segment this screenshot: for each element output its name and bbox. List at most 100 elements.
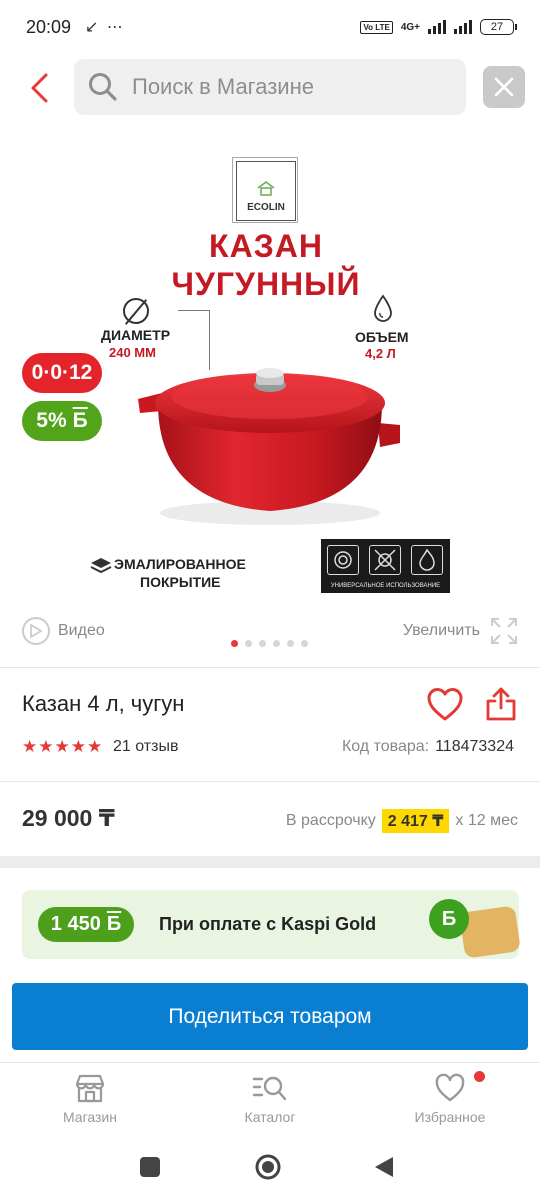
carousel-dot[interactable] (231, 640, 238, 647)
image-title-line1: КАЗАН (209, 228, 323, 264)
kaspi-gold-text: При оплате с Kaspi Gold (159, 914, 377, 934)
notification-dot (474, 1071, 485, 1082)
usage-panel: УНИВЕРСАЛЬНОЕ ИСПОЛЬЗОВАНИЕ (321, 539, 450, 593)
star-icon: ★ (38, 737, 54, 756)
rating-stars: ★ ★ ★ ★ ★ (22, 737, 102, 757)
carousel-dot[interactable] (301, 640, 308, 647)
cauldron-illustration (138, 368, 400, 525)
installment-info: В рассрочку 2 417 ₸ х 12 мес (286, 809, 518, 833)
star-icon: ★ (54, 737, 70, 756)
coating-line1: ЭМАЛИРОВАННОЕ (114, 556, 246, 572)
tab-store[interactable]: Магазин (30, 1073, 150, 1125)
zoom-button[interactable]: Увеличить (403, 617, 518, 645)
image-title-line2: ЧУГУННЫЙ (171, 266, 361, 302)
bottom-tab-bar: Магазин Каталог Избранное (0, 1062, 540, 1142)
flame-icon (411, 545, 443, 575)
tab-catalog-label: Каталог (244, 1109, 296, 1125)
network-type: 4G+ (400, 21, 420, 33)
diameter-value: 240 ММ (109, 345, 156, 360)
bonus-currency: Б (106, 913, 122, 935)
divider (0, 667, 540, 668)
bonus-amount: 1 450 (50, 913, 101, 935)
tab-store-label: Магазин (62, 1109, 117, 1125)
battery-level: 27 (490, 21, 504, 33)
search-placeholder: Поиск в Магазине (132, 74, 314, 99)
play-icon (22, 617, 50, 645)
sku-label: Код товара: (341, 738, 430, 755)
store-icon (75, 1074, 105, 1103)
product-name: Казан 4 л, чугун (22, 691, 185, 716)
bonus-coin-icon: Б (429, 899, 469, 939)
chevron-left-icon (31, 73, 48, 103)
tab-favorites-label: Избранное (414, 1109, 486, 1125)
signal-icon (428, 20, 446, 34)
volte-badge: Vo LTE (360, 20, 393, 34)
back-triangle-icon[interactable] (373, 1155, 395, 1179)
section-gap (0, 856, 540, 868)
divider (0, 781, 540, 782)
sku: Код товара: 118473324 (342, 738, 514, 756)
diameter-icon (123, 298, 149, 324)
video-button[interactable]: Видео (22, 617, 105, 645)
status-bar: 20:09 ↙ ⋯ Vo LTE 4G+ 27 (0, 0, 540, 54)
heart-icon (435, 1073, 465, 1102)
carousel-dot[interactable] (287, 640, 294, 647)
kaspi-gold-banner[interactable]: 1 450 Б При оплате с Kaspi Gold Б (22, 890, 521, 959)
carousel-dots (231, 640, 308, 647)
product-image[interactable]: ECOLIN КАЗАН ЧУГУННЫЙ ДИАМЕТР 240 ММ ОБЪ… (0, 128, 540, 608)
close-button[interactable] (483, 66, 525, 108)
carousel-dot[interactable] (273, 640, 280, 647)
favorite-heart-icon[interactable] (426, 686, 464, 722)
bonus-amount-badge: 1 450 Б (38, 907, 134, 942)
installment-badge: 0·0·12 (22, 353, 102, 393)
carousel-dot[interactable] (245, 640, 252, 647)
star-icon: ★ (87, 737, 103, 756)
search-input[interactable]: Поиск в Магазине (74, 59, 466, 115)
brand-name: ECOLIN (247, 202, 285, 213)
catalog-search-icon (252, 1076, 287, 1101)
volume-value: 4,2 Л (365, 346, 396, 361)
product-price: 29 000 ₸ (22, 805, 115, 831)
battery-icon: 27 (480, 19, 517, 35)
system-nav-bar (0, 1142, 540, 1200)
coating-text: ЭМАЛИРОВАННОЕ ПОКРЫТИЕ (114, 555, 246, 591)
status-right: Vo LTE 4G+ 27 (360, 19, 517, 35)
diameter-label: ДИАМЕТР (101, 327, 171, 343)
usage-text: УНИВЕРСАЛЬНОЕ ИСПОЛЬЗОВАНИЕ (330, 583, 441, 589)
tab-catalog[interactable]: Каталог (210, 1073, 330, 1125)
search-icon (89, 73, 117, 101)
back-button[interactable] (20, 68, 60, 108)
recents-square-icon[interactable] (139, 1156, 161, 1178)
star-icon: ★ (70, 737, 86, 756)
reviews-link[interactable]: 21 отзыв (113, 738, 178, 756)
status-extra-icons: ↙ ⋯ (85, 19, 125, 36)
bonus-currency: Б (72, 409, 88, 432)
grill-hob-icon (369, 545, 401, 575)
installment-term: х 12 мес (455, 812, 518, 829)
bonus-badge: 5% Б (22, 401, 102, 441)
drop-icon (374, 294, 392, 322)
house-icon (257, 181, 275, 196)
installment-amount: 2 417 ₸ (381, 809, 450, 833)
share-product-button[interactable]: Поделиться товаром (12, 983, 528, 1050)
diameter-pointer (178, 310, 210, 370)
carousel-dot[interactable] (259, 640, 266, 647)
home-circle-icon[interactable] (254, 1153, 282, 1181)
installment-label: В рассрочку (285, 812, 376, 829)
zoom-label: Увеличить (402, 622, 480, 639)
sku-value: 118473324 (435, 738, 514, 755)
brand-logo: ECOLIN (232, 157, 298, 223)
close-icon (494, 77, 514, 97)
bonus-badge-percent: 5% (36, 409, 67, 432)
share-icon[interactable] (485, 686, 517, 722)
layers-icon (90, 558, 112, 574)
signal-icon-2 (454, 20, 472, 34)
gas-hob-icon (327, 545, 359, 575)
coating-line2: ПОКРЫТИЕ (140, 574, 221, 590)
expand-icon (491, 618, 517, 644)
star-icon: ★ (22, 737, 38, 756)
video-label: Видео (58, 622, 105, 639)
status-time: 20:09 (26, 16, 72, 37)
header: Поиск в Магазине (0, 58, 540, 118)
tab-favorites[interactable]: Избранное (390, 1073, 510, 1125)
